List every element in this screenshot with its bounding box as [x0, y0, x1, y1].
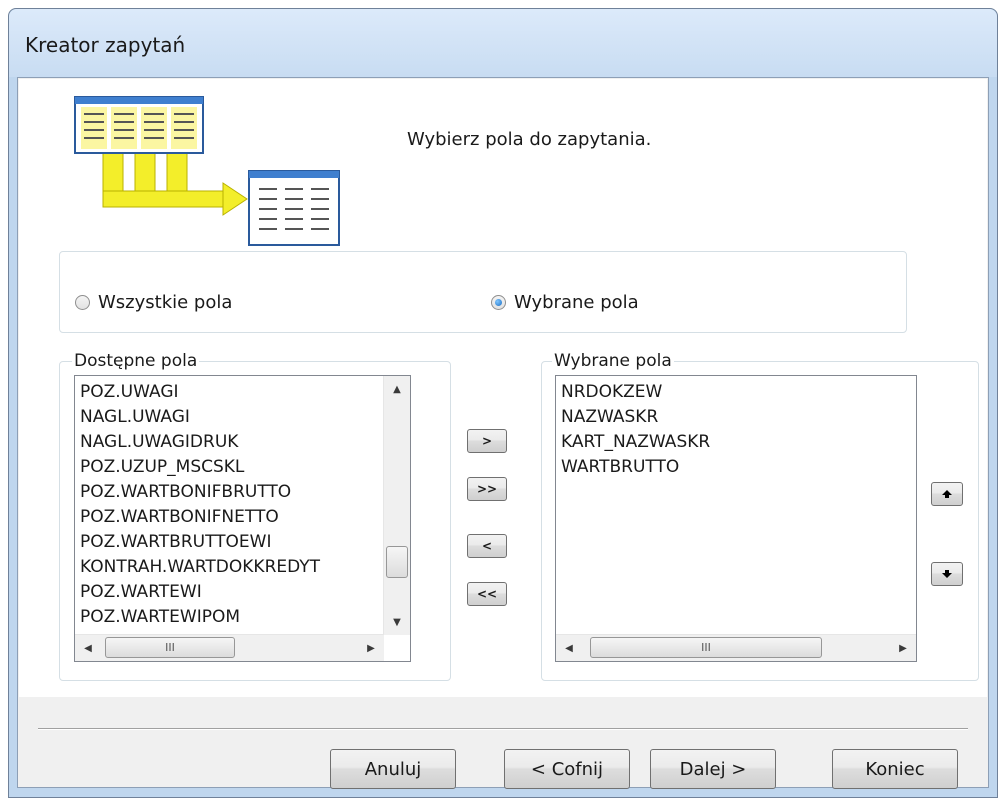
- selected-fields-label: Wybrane pola: [552, 351, 674, 371]
- scroll-right-arrow-icon[interactable]: ▶: [360, 637, 382, 659]
- dialog-client-area: Wybierz pola do zapytania. Wszystkie pol…: [17, 77, 989, 789]
- window-title: Kreator zapytań: [25, 33, 186, 57]
- scroll-up-arrow-icon[interactable]: ▲: [386, 378, 408, 400]
- list-item[interactable]: POZ.UZUP_MSCSKL: [80, 455, 320, 480]
- move-up-button[interactable]: [931, 482, 963, 506]
- list-item[interactable]: NRDOKZEW: [561, 380, 710, 405]
- title-bar[interactable]: Kreator zapytań: [9, 9, 997, 77]
- finish-button[interactable]: Koniec: [832, 749, 958, 789]
- list-item[interactable]: POZ.UWAGI: [80, 380, 320, 405]
- scrollbar-thumb[interactable]: [386, 546, 408, 578]
- back-button[interactable]: < Cofnij: [504, 749, 630, 789]
- radio-all-fields-indicator[interactable]: [75, 295, 90, 310]
- list-item[interactable]: POZ.WARTEWIPOM: [80, 605, 320, 630]
- arrow-up-icon: [942, 490, 952, 498]
- available-fields-list: POZ.UWAGI NAGL.UWAGI NAGL.UWAGIDRUK POZ.…: [80, 380, 320, 630]
- available-fields-horizontal-scrollbar[interactable]: ◀ III ▶: [75, 634, 384, 661]
- available-fields-label: Dostępne pola: [72, 351, 200, 371]
- add-all-fields-button[interactable]: >>: [467, 477, 507, 501]
- available-fields-vertical-scrollbar[interactable]: ▲ ▼: [383, 376, 410, 635]
- selected-fields-list: NRDOKZEW NAZWASKR KART_NAZWASKR WARTBRUT…: [561, 380, 710, 480]
- selected-fields-horizontal-scrollbar[interactable]: ◀ III ▶: [556, 634, 916, 661]
- remove-all-fields-button[interactable]: <<: [467, 582, 507, 606]
- list-item[interactable]: NAZWASKR: [561, 405, 710, 430]
- scroll-right-arrow-icon[interactable]: ▶: [892, 637, 914, 659]
- radio-all-fields-label: Wszystkie pola: [98, 292, 233, 313]
- query-wizard-icon: [74, 96, 340, 246]
- remove-field-button[interactable]: <: [467, 534, 507, 558]
- list-item[interactable]: POZ.WARTBONIFBRUTTO: [80, 480, 320, 505]
- next-button[interactable]: Dalej >: [650, 749, 776, 789]
- scroll-left-arrow-icon[interactable]: ◀: [558, 637, 580, 659]
- scrollbar-grip-icon: III: [701, 641, 711, 654]
- list-item[interactable]: KART_NAZWASKR: [561, 430, 710, 455]
- scrollbar-thumb[interactable]: III: [590, 637, 822, 658]
- footer-separator: [38, 728, 968, 730]
- selected-fields-listbox[interactable]: NRDOKZEW NAZWASKR KART_NAZWASKR WARTBRUT…: [555, 375, 917, 662]
- scrollbar-thumb[interactable]: III: [105, 637, 235, 658]
- wizard-content: Wybierz pola do zapytania. Wszystkie pol…: [19, 79, 987, 697]
- list-item[interactable]: NAGL.UWAGI: [80, 405, 320, 430]
- wizard-heading: Wybierz pola do zapytania.: [407, 129, 652, 150]
- radio-selected-fields-label: Wybrane pola: [514, 292, 639, 313]
- add-field-button[interactable]: >: [467, 429, 507, 453]
- query-wizard-dialog: Kreator zapytań Wybierz pola do zapytani…: [8, 8, 998, 798]
- arrow-down-icon: [942, 570, 952, 578]
- list-item[interactable]: KONTRAH.WARTDOKKREDYT: [80, 555, 320, 580]
- radio-selected-fields[interactable]: Wybrane pola: [491, 292, 639, 313]
- scroll-down-arrow-icon[interactable]: ▼: [386, 611, 408, 633]
- list-item[interactable]: WARTBRUTTO: [561, 455, 710, 480]
- radio-selected-fields-indicator[interactable]: [491, 295, 506, 310]
- move-down-button[interactable]: [931, 562, 963, 586]
- list-item[interactable]: POZ.WARTBRUTTOEWI: [80, 530, 320, 555]
- available-fields-listbox[interactable]: POZ.UWAGI NAGL.UWAGI NAGL.UWAGIDRUK POZ.…: [74, 375, 411, 662]
- scroll-left-arrow-icon[interactable]: ◀: [77, 637, 99, 659]
- list-item[interactable]: POZ.WARTEWI: [80, 580, 320, 605]
- list-item[interactable]: POZ.WARTBONIFNETTO: [80, 505, 320, 530]
- cancel-button[interactable]: Anuluj: [330, 749, 456, 789]
- scrollbar-grip-icon: III: [165, 641, 175, 654]
- list-item[interactable]: NAGL.UWAGIDRUK: [80, 430, 320, 455]
- radio-all-fields[interactable]: Wszystkie pola: [75, 292, 232, 313]
